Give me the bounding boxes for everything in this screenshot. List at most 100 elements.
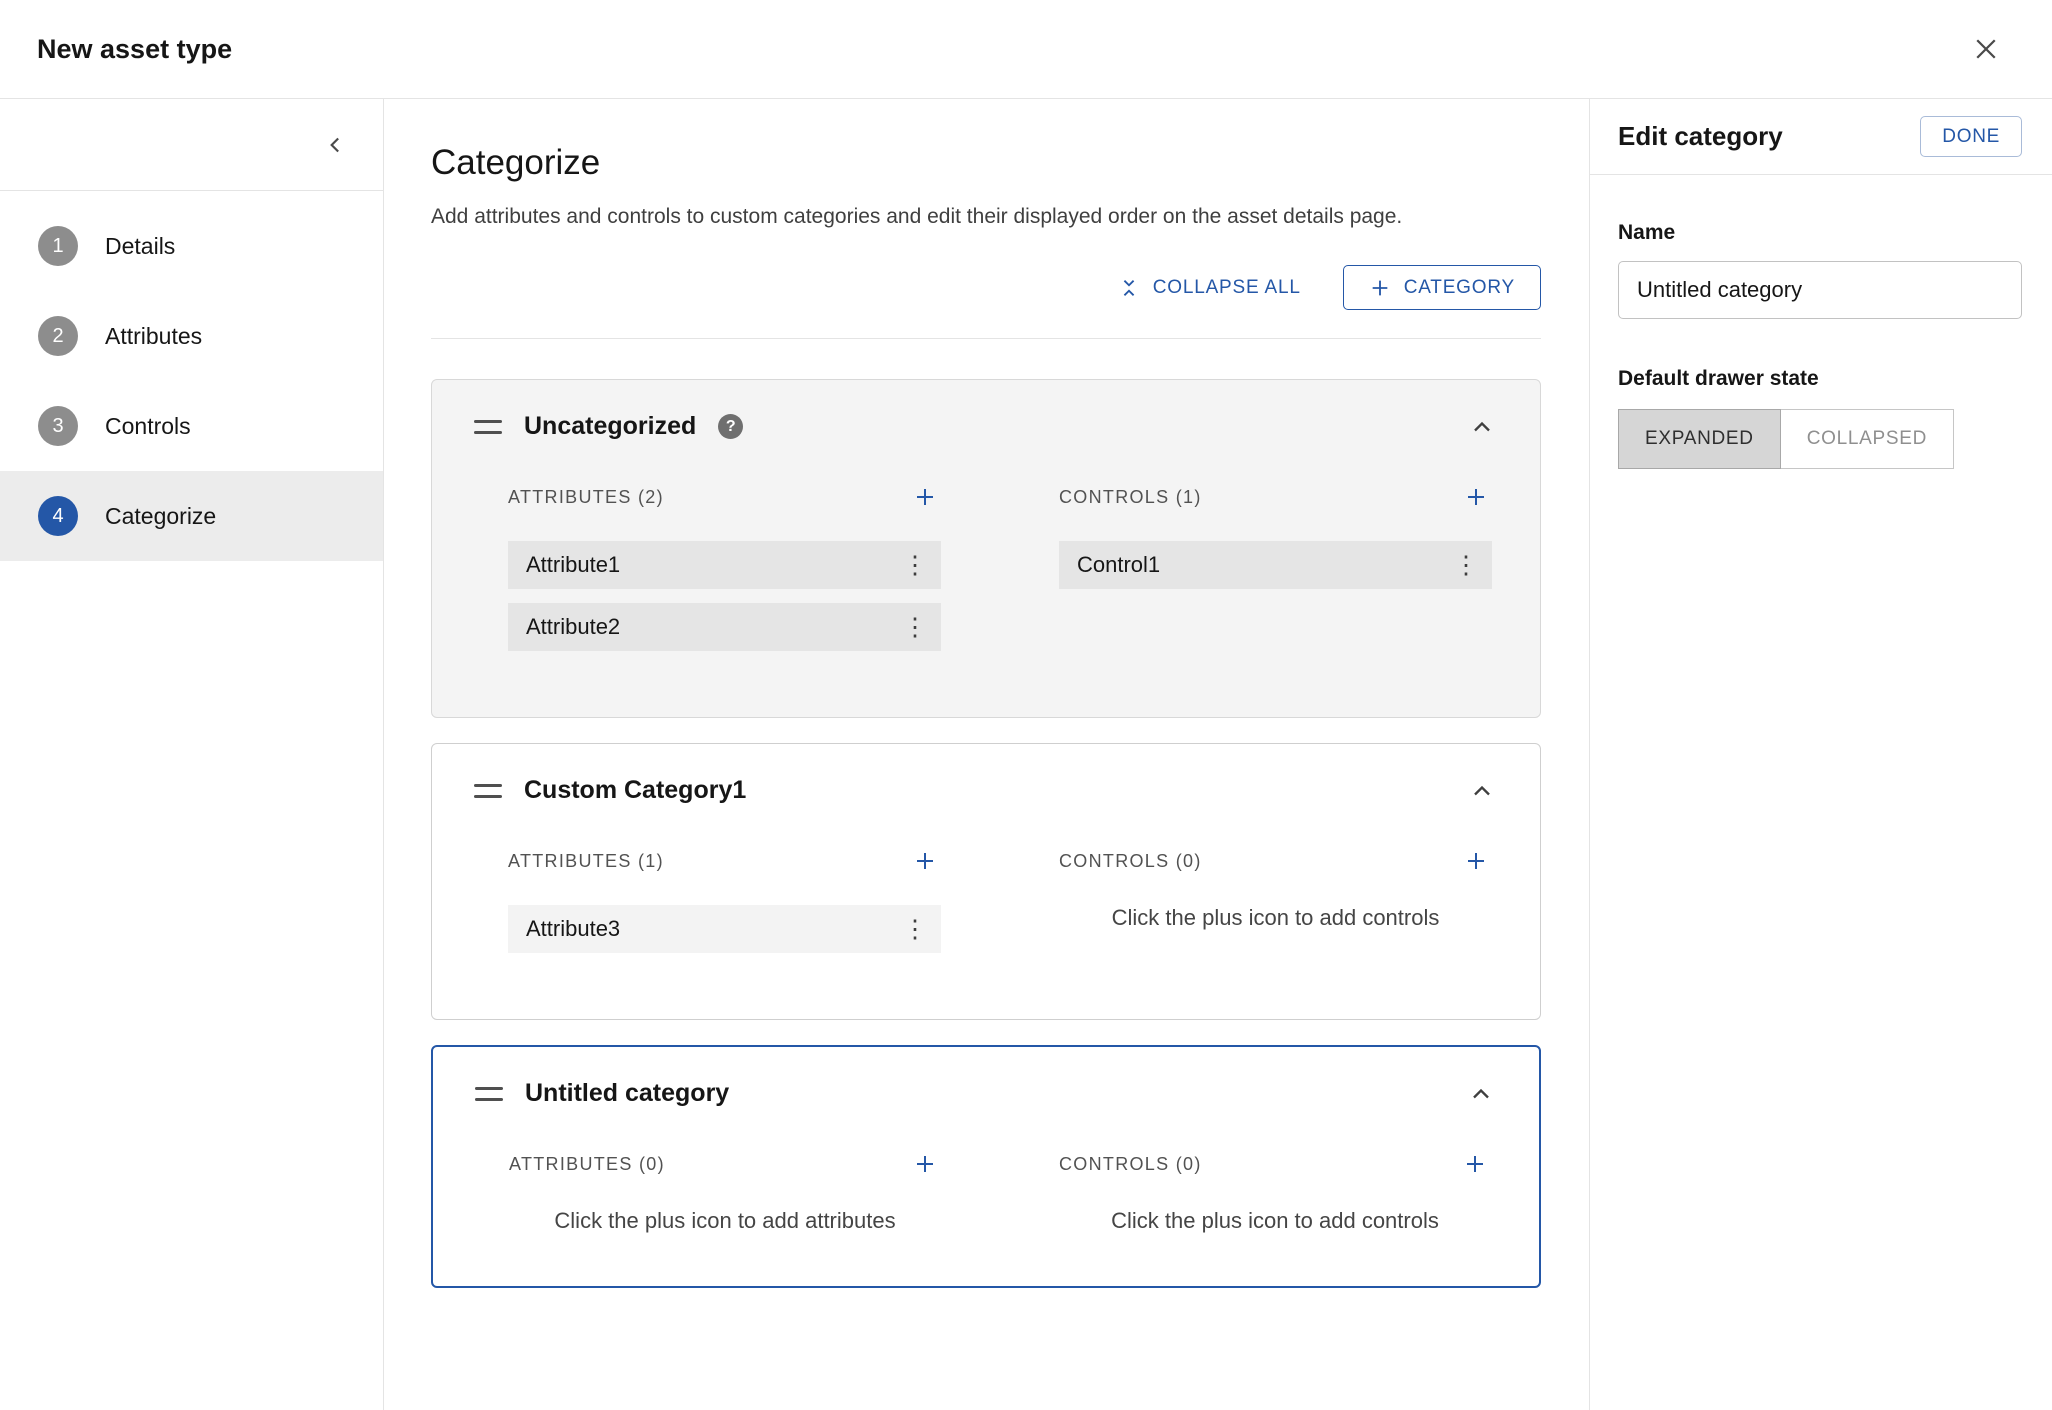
collapse-all-button[interactable]: COLLAPSE ALL: [1118, 277, 1301, 299]
panel-body: Name Default drawer state EXPANDED COLLA…: [1590, 175, 2052, 469]
item-chip-label: Attribute3: [526, 916, 897, 942]
name-label: Name: [1618, 221, 2022, 245]
sidebar-item-attributes[interactable]: 2 Attributes: [0, 291, 383, 381]
controls-empty-text: Click the plus icon to add controls: [1059, 905, 1492, 931]
plus-icon: [1463, 1152, 1487, 1176]
add-attribute-button[interactable]: [909, 1148, 941, 1180]
close-icon: [1971, 34, 2001, 64]
controls-count-label: CONTROLS (1): [1059, 487, 1202, 508]
attributes-column-header: ATTRIBUTES (2): [508, 481, 941, 513]
plus-icon: [913, 485, 937, 509]
chevron-up-icon: [1468, 413, 1496, 441]
add-attribute-button[interactable]: [909, 481, 941, 513]
category-name-input[interactable]: [1618, 261, 2022, 319]
drawer-state-label: Default drawer state: [1618, 367, 2022, 391]
collapsed-option-button[interactable]: COLLAPSED: [1781, 409, 1954, 469]
close-button[interactable]: [1966, 29, 2006, 69]
category-title: Untitled category: [525, 1079, 729, 1108]
step-number-badge: 1: [38, 226, 78, 266]
attributes-chip-list: Attribute3 ⋮: [508, 905, 941, 953]
controls-column: CONTROLS (0) Click the plus icon to add …: [1059, 845, 1492, 967]
step-number-badge: 4: [38, 496, 78, 536]
item-chip[interactable]: Control1 ⋮: [1059, 541, 1492, 589]
collapse-all-icon: [1118, 277, 1140, 299]
category-card: Uncategorized ? ATTRIBUTES (2) Attribute…: [431, 379, 1541, 718]
kebab-menu-icon[interactable]: ⋮: [1448, 553, 1484, 578]
plus-icon: [1464, 485, 1488, 509]
category-card: Custom Category1 ATTRIBUTES (1) Attribut…: [431, 743, 1541, 1020]
attributes-column: ATTRIBUTES (2) Attribute1 ⋮ Attribute2 ⋮: [508, 481, 941, 665]
collapse-category-button[interactable]: [1467, 1080, 1495, 1108]
step-label: Controls: [105, 413, 191, 440]
kebab-menu-icon[interactable]: ⋮: [897, 615, 933, 640]
page-description: Add attributes and controls to custom ca…: [431, 205, 1541, 229]
item-chip-label: Control1: [1077, 552, 1448, 578]
app-body: 1 Details 2 Attributes 3 Controls 4 Cate…: [0, 99, 2052, 1410]
plus-icon: [913, 849, 937, 873]
attributes-count-label: ATTRIBUTES (2): [508, 487, 664, 508]
panel-title: Edit category: [1618, 121, 1783, 152]
category-columns: ATTRIBUTES (1) Attribute3 ⋮ CONTROLS (0): [432, 805, 1540, 967]
kebab-menu-icon[interactable]: ⋮: [897, 917, 933, 942]
category-card-header: Untitled category: [433, 1047, 1539, 1108]
step-label: Categorize: [105, 503, 216, 530]
category-card: Untitled category ATTRIBUTES (0) Click t…: [431, 1045, 1541, 1288]
controls-column: CONTROLS (1) Control1 ⋮: [1059, 481, 1492, 665]
help-icon[interactable]: ?: [718, 414, 743, 439]
done-button[interactable]: DONE: [1920, 116, 2022, 157]
add-control-button[interactable]: [1460, 845, 1492, 877]
attributes-empty-text: Click the plus icon to add attributes: [509, 1208, 941, 1234]
chevron-up-icon: [1468, 777, 1496, 805]
add-control-button[interactable]: [1460, 481, 1492, 513]
attributes-column-header: ATTRIBUTES (0): [509, 1148, 941, 1180]
sidebar-item-categorize[interactable]: 4 Categorize: [0, 471, 383, 561]
toolbar: COLLAPSE ALL CATEGORY: [431, 265, 1541, 310]
attributes-column-header: ATTRIBUTES (1): [508, 845, 941, 877]
sidebar-item-controls[interactable]: 3 Controls: [0, 381, 383, 471]
category-columns: ATTRIBUTES (2) Attribute1 ⋮ Attribute2 ⋮…: [432, 441, 1540, 665]
kebab-menu-icon[interactable]: ⋮: [897, 553, 933, 578]
main-content: Categorize Add attributes and controls t…: [384, 99, 1589, 1410]
panel-header: Edit category DONE: [1590, 99, 2052, 175]
dialog-title: New asset type: [37, 34, 232, 65]
drag-handle-icon[interactable]: [475, 1087, 503, 1101]
item-chip-label: Attribute2: [526, 614, 897, 640]
chevron-up-icon: [1467, 1080, 1495, 1108]
drag-handle-icon[interactable]: [474, 784, 502, 798]
add-control-button[interactable]: [1459, 1148, 1491, 1180]
controls-column-header: CONTROLS (0): [1059, 845, 1492, 877]
controls-column: CONTROLS (0) Click the plus icon to add …: [1059, 1148, 1491, 1234]
step-number-badge: 2: [38, 316, 78, 356]
plus-icon: [1464, 849, 1488, 873]
controls-count-label: CONTROLS (0): [1059, 851, 1202, 872]
plus-icon: [1369, 277, 1391, 299]
drawer-state-toggle: EXPANDED COLLAPSED: [1618, 409, 2022, 469]
add-category-button[interactable]: CATEGORY: [1343, 265, 1541, 310]
attributes-count-label: ATTRIBUTES (1): [508, 851, 664, 872]
attributes-column: ATTRIBUTES (1) Attribute3 ⋮: [508, 845, 941, 967]
stepper-sidebar: 1 Details 2 Attributes 3 Controls 4 Cate…: [0, 99, 384, 1410]
item-chip[interactable]: Attribute2 ⋮: [508, 603, 941, 651]
controls-column-header: CONTROLS (0): [1059, 1148, 1491, 1180]
item-chip[interactable]: Attribute1 ⋮: [508, 541, 941, 589]
collapse-category-button[interactable]: [1468, 413, 1496, 441]
collapse-category-button[interactable]: [1468, 777, 1496, 805]
divider: [431, 338, 1541, 339]
category-columns: ATTRIBUTES (0) Click the plus icon to ad…: [433, 1108, 1539, 1234]
attributes-chip-list: Attribute1 ⋮ Attribute2 ⋮: [508, 541, 941, 651]
category-card-header: Custom Category1: [432, 744, 1540, 805]
category-card-header: Uncategorized ?: [432, 380, 1540, 441]
add-category-label: CATEGORY: [1404, 277, 1515, 299]
step-label: Details: [105, 233, 175, 260]
sidebar-item-details[interactable]: 1 Details: [0, 201, 383, 291]
add-attribute-button[interactable]: [909, 845, 941, 877]
expanded-option-button[interactable]: EXPANDED: [1618, 409, 1781, 469]
step-label: Attributes: [105, 323, 202, 350]
controls-count-label: CONTROLS (0): [1059, 1154, 1202, 1175]
item-chip[interactable]: Attribute3 ⋮: [508, 905, 941, 953]
controls-empty-text: Click the plus icon to add controls: [1059, 1208, 1491, 1234]
collapse-sidebar-button[interactable]: [323, 132, 349, 158]
drag-handle-icon[interactable]: [474, 420, 502, 434]
page-title: Categorize: [431, 143, 1541, 183]
attributes-column: ATTRIBUTES (0) Click the plus icon to ad…: [509, 1148, 941, 1234]
